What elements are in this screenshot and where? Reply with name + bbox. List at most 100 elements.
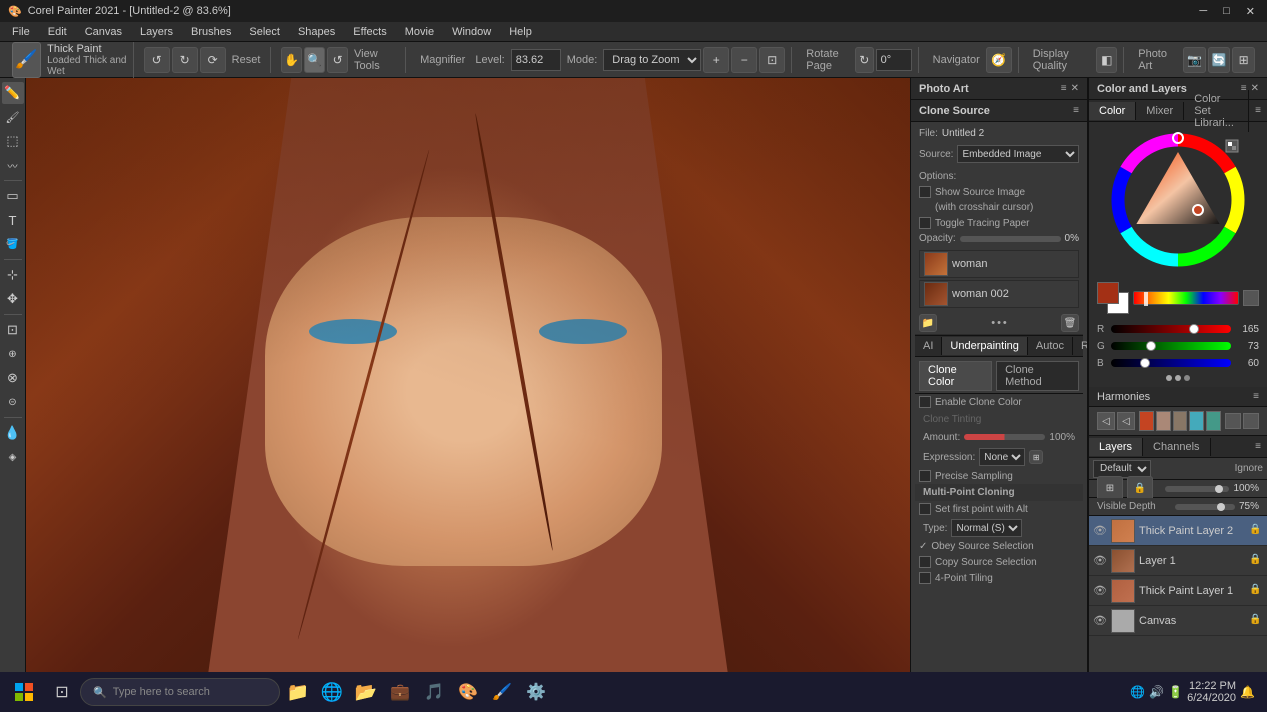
file-explorer-button[interactable]: 📁: [282, 674, 314, 710]
clone-source-menu-icon[interactable]: ≡: [1073, 105, 1079, 116]
g-thumb[interactable]: [1146, 341, 1156, 351]
color-tab[interactable]: Color: [1089, 102, 1136, 120]
harmony-extra-btn-2[interactable]: [1243, 413, 1259, 429]
clock-display[interactable]: 12:22 PM 6/24/2020: [1187, 680, 1236, 704]
photo-art-btn3[interactable]: ⊞: [1232, 47, 1255, 73]
search-bar[interactable]: 🔍 Type here to search: [80, 678, 280, 706]
r-slider[interactable]: [1111, 325, 1231, 333]
menu-item-file[interactable]: File: [4, 24, 38, 40]
clone-folder-button[interactable]: 📁: [919, 314, 937, 332]
harmony-extra-buttons[interactable]: [1225, 413, 1259, 429]
network-icon[interactable]: 🌐: [1130, 685, 1145, 699]
photo-art-menu-icon[interactable]: ≡: [1061, 83, 1067, 94]
zoom-in-button[interactable]: +: [703, 47, 729, 73]
r-thumb[interactable]: [1189, 324, 1199, 334]
set-first-point-checkbox[interactable]: [919, 503, 931, 515]
harmony-swatch-3[interactable]: [1173, 411, 1188, 431]
autoc-tab[interactable]: Autoc: [1028, 337, 1073, 355]
app3-button[interactable]: 🎨: [452, 674, 484, 710]
clone-tool-button[interactable]: ⊕: [2, 343, 24, 365]
battery-icon[interactable]: 🔋: [1168, 685, 1183, 699]
rotate-right-button[interactable]: ↻: [172, 47, 198, 73]
clone-color-method-tab[interactable]: Clone Color: [919, 361, 992, 391]
clone-method-method-tab[interactable]: Clone Method: [996, 361, 1079, 391]
navigator-button[interactable]: 🧭: [986, 47, 1012, 73]
edge-button[interactable]: 🌐: [316, 674, 348, 710]
rubber-tool-button[interactable]: ◈: [2, 446, 24, 468]
menu-item-window[interactable]: Window: [444, 24, 499, 40]
menu-item-edit[interactable]: Edit: [40, 24, 75, 40]
app1-button[interactable]: 💼: [384, 674, 416, 710]
b-slider[interactable]: [1111, 359, 1231, 367]
expression-select[interactable]: None: [979, 448, 1025, 466]
brush-tool-button[interactable]: ✏️: [2, 82, 24, 104]
color-wheel-wrapper[interactable]: [1108, 130, 1248, 270]
lasso-tool-button[interactable]: ⊝: [2, 391, 24, 413]
shape-tool-button[interactable]: ▭: [2, 185, 24, 207]
harmony-tool-buttons[interactable]: ◁ ◁: [1097, 412, 1135, 430]
eyedropper-tool-button[interactable]: 💧: [2, 422, 24, 444]
color-dot-2[interactable]: [1175, 375, 1181, 381]
harmony-swatch-2[interactable]: [1156, 411, 1171, 431]
zoom-level-input[interactable]: [511, 49, 561, 71]
visible-depth-track[interactable]: [1175, 504, 1235, 510]
display-quality-button[interactable]: ◧: [1096, 47, 1117, 73]
rotation-input[interactable]: [876, 49, 912, 71]
layer-visibility-btn[interactable]: 👁: [1093, 584, 1107, 598]
layer-row[interactable]: 👁 Thick Paint Layer 2 🔒: [1089, 516, 1267, 546]
notifications-icon[interactable]: 🔔: [1240, 685, 1255, 699]
clone-delete-button[interactable]: 🗑: [1061, 314, 1079, 332]
harmonies-menu-icon[interactable]: ≡: [1253, 391, 1259, 402]
reset-button[interactable]: ⟳: [200, 47, 226, 73]
menu-item-movie[interactable]: Movie: [397, 24, 442, 40]
fg-bg-swatches[interactable]: [1097, 282, 1129, 314]
underpainting-tab[interactable]: Underpainting: [942, 337, 1028, 355]
zoom-out-button[interactable]: −: [731, 47, 757, 73]
expression-extra-button[interactable]: ⊞: [1029, 450, 1043, 464]
zoom-mode-select[interactable]: Drag to Zoom: [603, 49, 701, 71]
color-picker-extra-button[interactable]: [1243, 290, 1259, 306]
ignore-label[interactable]: Ignore: [1235, 463, 1263, 474]
brush-preview[interactable]: 🖌️: [12, 42, 41, 78]
rotate-left-button[interactable]: ↺: [144, 47, 170, 73]
layers-panel-menu-icon[interactable]: ≡: [1249, 441, 1267, 452]
taskview-button[interactable]: ⊡: [46, 674, 78, 710]
hand-tool-button[interactable]: ✋: [281, 47, 302, 73]
clone-source-controls[interactable]: ≡: [1073, 105, 1079, 116]
restore-button[interactable]: □: [1219, 5, 1234, 18]
menu-item-effects[interactable]: Effects: [345, 24, 394, 40]
layer-lock-btn[interactable]: 🔒: [1249, 614, 1263, 628]
menu-item-help[interactable]: Help: [501, 24, 540, 40]
clone-thumb-woman2[interactable]: woman 002: [919, 280, 1079, 308]
layer-visibility-btn[interactable]: 👁: [1093, 524, 1107, 538]
precise-sampling-checkbox[interactable]: [919, 470, 931, 482]
opacity-slider[interactable]: [960, 236, 1061, 242]
explorer-button[interactable]: 📂: [350, 674, 382, 710]
zoom-fit-button[interactable]: ⊡: [759, 47, 785, 73]
menu-item-shapes[interactable]: Shapes: [290, 24, 343, 40]
rotate-cw-button[interactable]: ↻: [855, 47, 874, 73]
eraser-tool-button[interactable]: ⬚: [2, 130, 24, 152]
channels-tab[interactable]: Channels: [1143, 438, 1210, 456]
layers-tab[interactable]: Layers: [1089, 438, 1143, 456]
minimize-button[interactable]: ─: [1195, 5, 1211, 18]
layer-visibility-btn[interactable]: 👁: [1093, 614, 1107, 628]
view-refresh-button[interactable]: ↺: [327, 47, 348, 73]
photo-art-btn2[interactable]: 🔄: [1208, 47, 1231, 73]
photo-art-panel-controls[interactable]: ≡ ✕: [1061, 83, 1079, 94]
layer-lock-btn[interactable]: 🔒: [1249, 524, 1263, 538]
color-dot-3[interactable]: [1184, 375, 1190, 381]
menu-item-brushes[interactable]: Brushes: [183, 24, 239, 40]
mixer-tab[interactable]: Mixer: [1136, 102, 1184, 120]
ai-tab[interactable]: AI: [915, 337, 942, 355]
type-select[interactable]: Normal (S): [951, 519, 1022, 537]
move-tool-button[interactable]: ✥: [2, 288, 24, 310]
color-layers-close-icon[interactable]: ✕: [1251, 83, 1259, 94]
harmony-swatch-5[interactable]: [1206, 411, 1221, 431]
color-extra-button[interactable]: [1224, 138, 1240, 157]
harmony-extra-btn-1[interactable]: [1225, 413, 1241, 429]
close-button[interactable]: ✕: [1242, 5, 1259, 18]
harmony-tool-btn-2[interactable]: ◁: [1117, 412, 1135, 430]
harmony-swatch-4[interactable]: [1189, 411, 1204, 431]
color-panel-menu-icon[interactable]: ≡: [1249, 105, 1267, 116]
